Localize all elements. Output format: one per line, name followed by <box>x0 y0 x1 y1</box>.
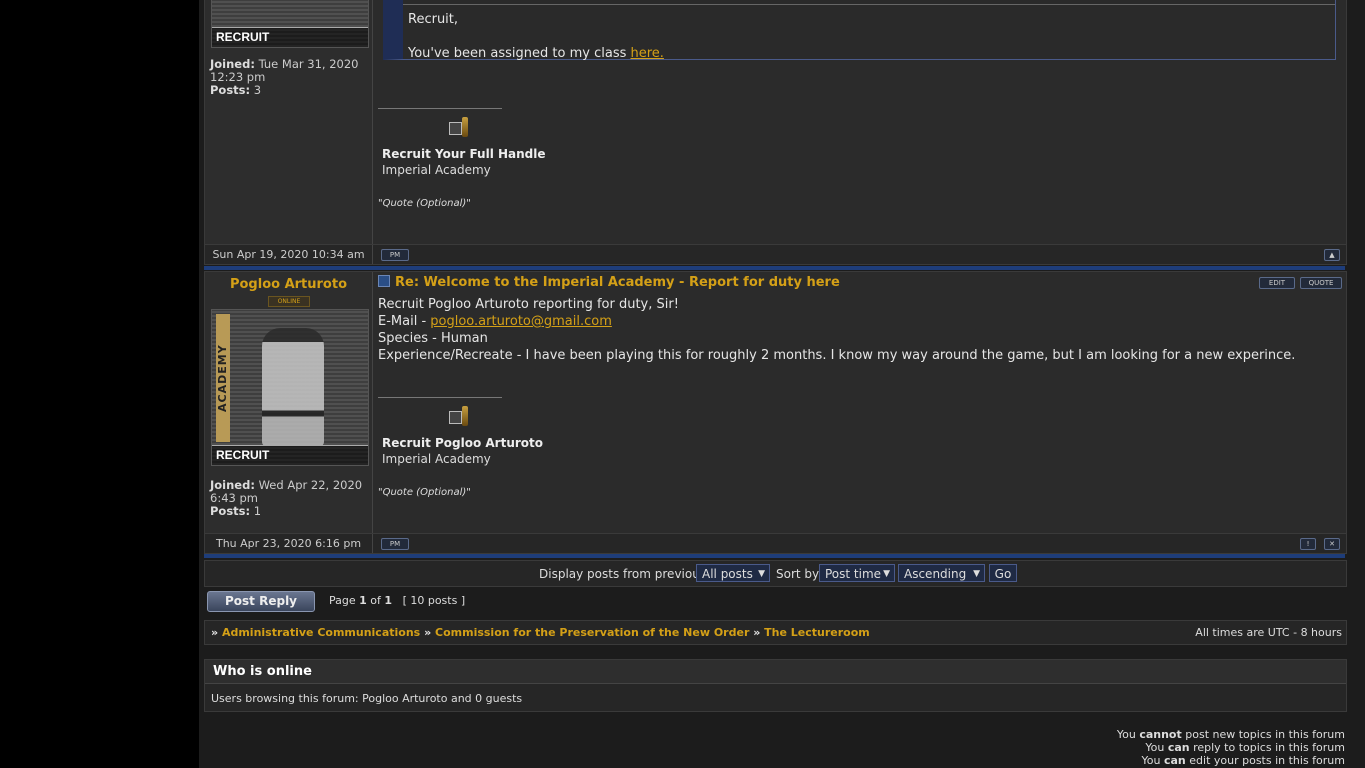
display-select[interactable]: All posts ▼ <box>696 564 770 582</box>
display-label: Display posts from previous: <box>539 567 711 581</box>
avatar-rank-label: RECRUIT <box>212 27 368 47</box>
sort-label: Sort by <box>776 567 820 581</box>
who-is-online: Who is online Users browsing this forum:… <box>204 659 1347 712</box>
post-reply-button[interactable]: Post Reply <box>207 591 315 612</box>
post-date: Thu Apr 23, 2020 6:16 pm <box>205 534 373 553</box>
posts-count: [ 10 posts ] <box>402 594 466 607</box>
quote-button[interactable]: QUOTE <box>1300 277 1342 289</box>
timezone-note: All times are UTC - 8 hours <box>1195 626 1342 639</box>
who-is-online-text: Users browsing this forum: Pogloo Arturo… <box>211 692 523 705</box>
post-body-email: E-Mail - pogloo.arturoto@gmail.com <box>378 314 612 329</box>
order-select[interactable]: Ascending ▼ <box>898 564 985 582</box>
permission-line: You can reply to topics in this forum <box>1145 741 1345 754</box>
quote-line-2: You've been assigned to my class here. <box>408 46 664 61</box>
signature-name: Recruit Pogloo Arturoto <box>382 436 544 450</box>
pm-button[interactable]: PM <box>381 249 409 261</box>
permissions-list: You cannot post new topics in this forum… <box>1117 728 1345 767</box>
signature-org: Imperial Academy <box>382 163 491 177</box>
signature-name: Recruit Your Full Handle <box>382 147 546 161</box>
permission-line: You cannot post new topics in this forum <box>1116 728 1345 741</box>
quote-line-1: Recruit, <box>408 12 459 27</box>
page-current[interactable]: 1 <box>359 594 367 607</box>
online-badge: ONLINE <box>268 296 310 307</box>
post-1-content: Recruit, You've been assigned to my clas… <box>373 0 1346 244</box>
edit-button[interactable]: EDIT <box>1259 277 1295 289</box>
delete-icon[interactable]: ✕ <box>1324 538 1340 550</box>
display-options-bar: Display posts from previous: All posts ▼ … <box>204 560 1347 587</box>
post-2-footer: Thu Apr 23, 2020 6:16 pm PM ! ✕ <box>204 533 1347 554</box>
user-joined: Joined: Wed Apr 22, 2020 6:43 pm Posts: … <box>210 478 363 518</box>
signature-quote: "Quote (Optional)" <box>378 487 471 498</box>
avatar-figure <box>262 328 324 446</box>
post-1-author-panel: RECRUIT Joined: Tue Mar 31, 2020 12:23 p… <box>205 0 373 244</box>
quote-box: Recruit, You've been assigned to my clas… <box>383 0 1336 61</box>
post-1: RECRUIT Joined: Tue Mar 31, 2020 12:23 p… <box>204 0 1347 245</box>
avatar-banner: ACADEMY <box>216 314 230 442</box>
rank-insignia-icon <box>449 406 471 426</box>
forum-page: RECRUIT Joined: Tue Mar 31, 2020 12:23 p… <box>199 0 1365 768</box>
post-author-name[interactable]: Pogloo Arturoto <box>205 277 372 292</box>
permission-line: You can edit your posts in this forum <box>1141 754 1345 767</box>
breadcrumb-link[interactable]: The Lectureroom <box>764 626 870 639</box>
signature-divider <box>378 108 502 109</box>
sort-select[interactable]: Post time ▼ <box>819 564 895 582</box>
signature-quote: "Quote (Optional)" <box>378 198 471 209</box>
report-icon[interactable]: ! <box>1300 538 1316 550</box>
who-is-online-title: Who is online <box>205 660 1346 684</box>
post-icon <box>378 275 390 287</box>
user-joined: Joined: Tue Mar 31, 2020 12:23 pm Posts:… <box>210 57 359 97</box>
pagination: Page 1 of 1 [ 10 posts ] <box>329 594 466 607</box>
quote-link[interactable]: here. <box>631 46 664 61</box>
post-1-footer: Sun Apr 19, 2020 10:34 am PM ▲ <box>204 244 1347 265</box>
post-separator <box>204 266 1345 270</box>
post-body-line-4: Experience/Recreate - I have been playin… <box>378 348 1296 363</box>
post-2-author-panel: Pogloo Arturoto ONLINE ACADEMY RECRUIT J… <box>205 272 373 533</box>
post-title[interactable]: Re: Welcome to the Imperial Academy - Re… <box>378 275 840 290</box>
breadcrumb-link[interactable]: Commission for the Preservation of the N… <box>435 626 749 639</box>
signature-divider <box>378 397 502 398</box>
avatar[interactable]: RECRUIT <box>211 0 369 48</box>
rank-insignia-icon <box>449 117 471 137</box>
email-link[interactable]: pogloo.arturoto@gmail.com <box>430 314 612 329</box>
post-separator <box>204 554 1345 558</box>
back-to-top-icon[interactable]: ▲ <box>1324 249 1340 261</box>
post-body-line-1: Recruit Pogloo Arturoto reporting for du… <box>378 297 679 312</box>
signature-org: Imperial Academy <box>382 452 491 466</box>
go-button[interactable]: Go <box>989 564 1017 582</box>
post-body-line-3: Species - Human <box>378 331 488 346</box>
breadcrumb: » Administrative Communications » Commis… <box>204 620 1347 645</box>
avatar[interactable]: ACADEMY RECRUIT <box>211 309 369 466</box>
post-date: Sun Apr 19, 2020 10:34 am <box>205 245 373 264</box>
post-2-content: Re: Welcome to the Imperial Academy - Re… <box>373 272 1346 533</box>
breadcrumb-link[interactable]: Administrative Communications <box>222 626 420 639</box>
post-2: Pogloo Arturoto ONLINE ACADEMY RECRUIT J… <box>204 271 1347 534</box>
pm-button[interactable]: PM <box>381 538 409 550</box>
avatar-rank-label: RECRUIT <box>212 445 368 465</box>
